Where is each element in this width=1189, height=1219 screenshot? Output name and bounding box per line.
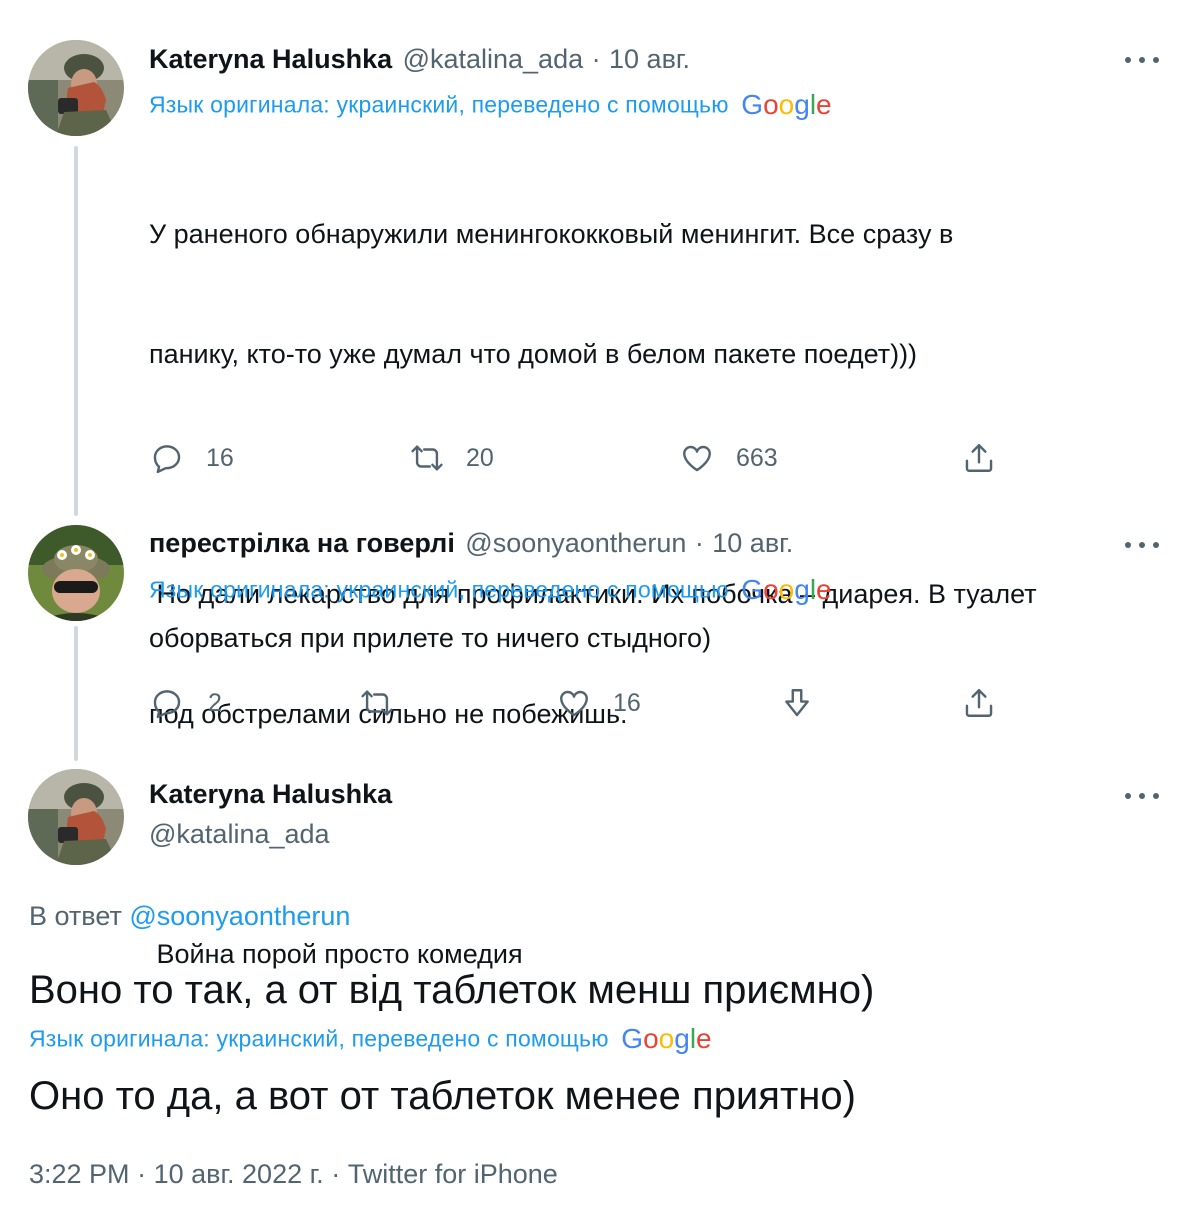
tweet-time[interactable]: 3:22 PM — [29, 1159, 130, 1189]
translation-attribution: Язык оригинала: украинский, переведено с… — [149, 574, 832, 606]
tweet-date[interactable]: 10 авг. — [712, 528, 793, 558]
separator-dot: · — [694, 528, 704, 558]
retweet-icon — [361, 690, 393, 716]
more-options-icon[interactable] — [1125, 540, 1159, 550]
heart-icon — [683, 445, 711, 472]
google-logo[interactable]: Google — [621, 1023, 711, 1054]
reply-count: 2 — [208, 688, 222, 717]
separator-dot: · — [137, 1159, 147, 1189]
tweet-text: оборваться при прилете то ничего стыдног… — [149, 623, 712, 653]
avatar-photo-icon — [28, 525, 124, 621]
like-button[interactable]: 663 — [680, 441, 778, 475]
reply-button[interactable]: 2 — [150, 686, 222, 720]
tweet-text-line: У раненого обнаружили менингококковый ме… — [149, 219, 954, 249]
tweet-text-line: панику, кто-то уже думал что домой в бел… — [149, 339, 918, 369]
author-handle[interactable]: @soonyaontherun — [465, 528, 686, 558]
separator-dot: · — [591, 44, 601, 74]
translation-attribution: Язык оригинала: украинский, переведено с… — [29, 1023, 712, 1055]
heart-icon — [560, 690, 588, 717]
tweet-text-line: под обстрелами сильно не побежишь. — [149, 699, 628, 729]
thread-line-1 — [74, 146, 78, 516]
avatar[interactable] — [28, 769, 124, 865]
avatar[interactable] — [28, 525, 124, 621]
translation-label: Язык оригинала: украинский, переведено с… — [29, 1025, 609, 1052]
tweet-header: Kateryna Halushka @katalina_ada · 10 авг… — [149, 44, 690, 75]
author-handle[interactable]: @katalina_ada — [149, 819, 330, 850]
thread-line-2 — [74, 626, 78, 761]
retweet-button[interactable] — [360, 686, 394, 720]
tweet-date[interactable]: 10 авг. — [609, 44, 690, 74]
author-name[interactable]: Kateryna Halushka — [149, 779, 392, 810]
retweet-button[interactable]: 20 — [410, 441, 494, 475]
more-options-icon[interactable] — [1125, 55, 1159, 65]
tweet-header: перестрілка на говерлі @soonyaontherun ·… — [149, 528, 793, 559]
translation-label: Язык оригинала: украинский, переведено с… — [149, 576, 729, 603]
share-icon — [965, 444, 993, 472]
reply-count: 16 — [206, 443, 234, 472]
translation-label: Язык оригинала: украинский, переведено с… — [149, 91, 729, 118]
avatar[interactable] — [28, 40, 124, 136]
author-name[interactable]: перестрілка на говерлі — [149, 528, 455, 558]
share-icon — [965, 689, 993, 717]
retweet-icon — [411, 445, 443, 471]
avatar-photo-icon — [28, 769, 124, 865]
share-button[interactable] — [962, 686, 996, 720]
tweet-source[interactable]: Twitter for iPhone — [348, 1159, 558, 1189]
reply-context: В ответ @soonyaontherun — [29, 901, 350, 932]
like-button[interactable]: 16 — [557, 686, 641, 720]
downvote-arrow-icon — [785, 689, 809, 717]
downvote-button[interactable] — [780, 686, 814, 720]
translation-attribution: Язык оригинала: украинский, переведено с… — [149, 89, 832, 121]
original-text: Воно то так, а от від таблеток менш приє… — [29, 968, 875, 1012]
like-count: 663 — [736, 443, 778, 472]
avatar-photo-icon — [28, 40, 124, 136]
google-logo[interactable]: Google — [741, 574, 831, 605]
translated-text: Оно то да, а вот от таблеток менее прият… — [29, 1074, 856, 1118]
author-name[interactable]: Kateryna Halushka — [149, 44, 392, 74]
reply-handle-link[interactable]: @soonyaontherun — [129, 901, 350, 931]
reply-button[interactable]: 16 — [150, 441, 234, 475]
more-options-icon[interactable] — [1125, 791, 1159, 801]
retweet-count: 20 — [466, 443, 494, 472]
reply-icon — [153, 445, 181, 474]
share-button[interactable] — [962, 441, 996, 475]
reply-prefix: В ответ — [29, 901, 122, 931]
separator-dot: · — [331, 1159, 341, 1189]
google-logo[interactable]: Google — [741, 89, 831, 120]
reply-icon — [153, 690, 181, 719]
tweet-timestamp: 3:22 PM · 10 авг. 2022 г. · Twitter for … — [29, 1159, 558, 1190]
tweet-full-date[interactable]: 10 авг. 2022 г. — [154, 1159, 324, 1189]
like-count: 16 — [613, 688, 641, 717]
author-handle[interactable]: @katalina_ada — [403, 44, 584, 74]
